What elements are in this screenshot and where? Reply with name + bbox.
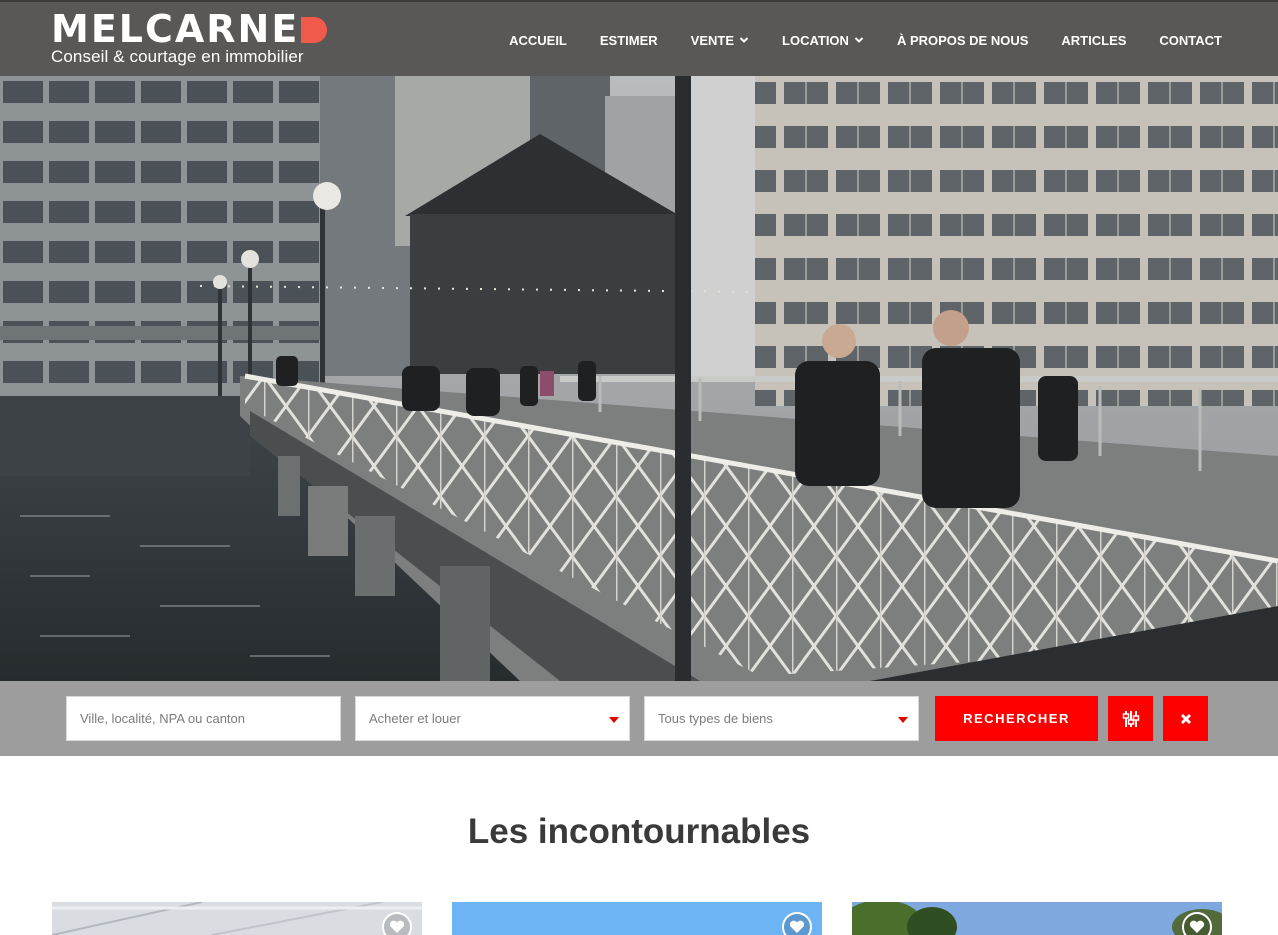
search-button[interactable]: RECHERCHER [935,696,1098,741]
property-type-select[interactable]: Tous types de biens [644,696,919,741]
favorite-button[interactable] [782,912,812,935]
location-search-field [66,696,341,741]
hero-image [0,76,1278,681]
sliders-icon [1122,710,1139,727]
main-nav: ACCUEIL ESTIMER VENTE LOCATION À PROPOS … [476,2,1222,78]
heart-icon [789,920,805,933]
property-card[interactable] [452,902,822,935]
nav-contact[interactable]: CONTACT [1159,33,1222,48]
brand-name: MELCARNE [51,7,300,51]
caret-down-icon [609,717,619,723]
nav-accueil[interactable]: ACCUEIL [509,33,567,48]
nav-articles[interactable]: ARTICLES [1061,33,1126,48]
property-card[interactable] [52,902,422,935]
transaction-type-value: Acheter et louer [369,711,461,726]
heart-icon [389,920,405,933]
nav-a-propos[interactable]: À PROPOS DE NOUS [897,33,1028,48]
brand-logo[interactable]: MELCARNE Conseil & courtage en immobilie… [51,7,328,67]
property-photo [52,902,422,935]
nav-estimer[interactable]: ESTIMER [600,33,658,48]
favorite-button[interactable] [1182,912,1212,935]
nav-location[interactable]: LOCATION [782,33,864,48]
city-bridge-photo [0,76,1278,681]
nav-vente[interactable]: VENTE [691,33,749,48]
chevron-down-icon [854,37,864,43]
caret-down-icon [898,717,908,723]
advanced-filters-button[interactable] [1108,696,1153,741]
heart-icon [1189,920,1205,933]
location-search-input[interactable] [67,697,340,740]
property-search-bar: Acheter et louer Tous types de biens REC… [0,681,1278,756]
chevron-down-icon [739,37,749,43]
site-header: MELCARNE Conseil & courtage en immobilie… [0,0,1278,76]
favorite-button[interactable] [382,912,412,935]
property-photo [852,902,1222,935]
section-title: Les incontournables [467,812,811,851]
property-type-value: Tous types de biens [658,711,773,726]
close-icon [1180,713,1191,724]
property-card[interactable] [852,902,1222,935]
logo-mark-icon [301,17,328,43]
reset-search-button[interactable] [1163,696,1208,741]
brand-tagline: Conseil & courtage en immobilier [51,47,304,66]
transaction-type-select[interactable]: Acheter et louer [355,696,630,741]
